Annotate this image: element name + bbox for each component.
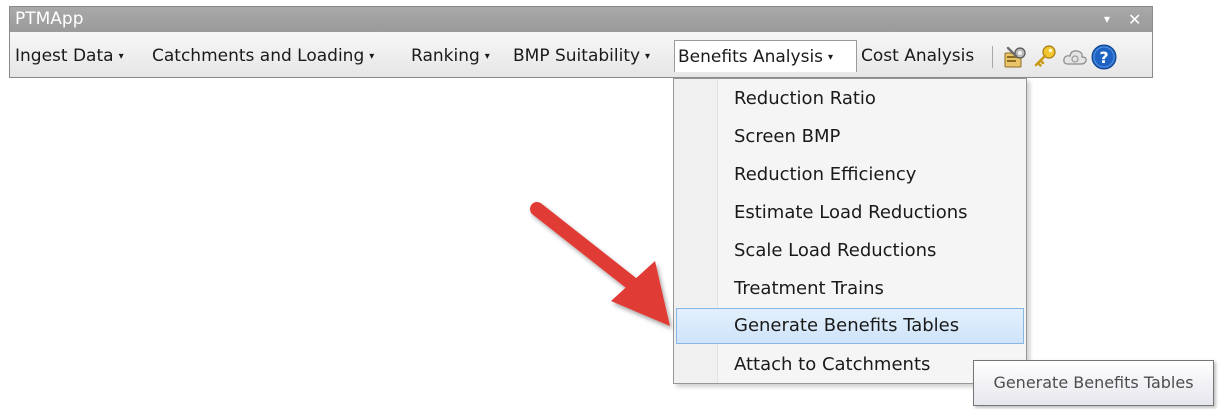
annotation-arrow-icon — [530, 202, 670, 326]
